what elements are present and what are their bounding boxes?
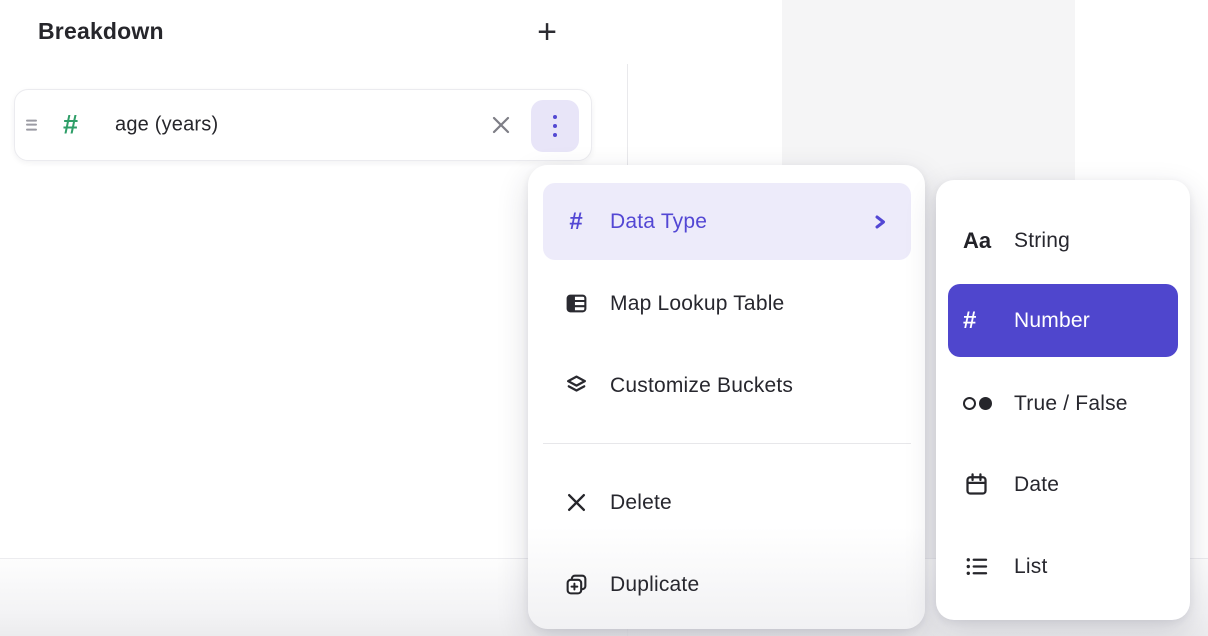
field-options-button[interactable] bbox=[531, 100, 579, 152]
submenu-item-label: Number bbox=[1014, 309, 1090, 333]
data-type-submenu: Aa String # Number True / False Date bbox=[936, 180, 1190, 620]
number-type-field-icon: # bbox=[63, 110, 78, 141]
breakdown-field-card[interactable]: # age (years) bbox=[14, 89, 592, 161]
table-icon bbox=[563, 291, 589, 316]
menu-divider bbox=[543, 443, 911, 444]
menu-item-label: Map Lookup Table bbox=[610, 292, 784, 316]
breakdown-panel-header: Breakdown + bbox=[0, 0, 628, 64]
layers-icon bbox=[563, 373, 589, 398]
panel-title: Breakdown bbox=[38, 18, 164, 45]
submenu-item-string[interactable]: Aa String bbox=[948, 204, 1178, 277]
duplicate-icon bbox=[563, 572, 589, 597]
add-breakdown-button[interactable]: + bbox=[525, 10, 569, 54]
submenu-item-label: List bbox=[1014, 555, 1047, 579]
menu-item-label: Customize Buckets bbox=[610, 374, 793, 398]
submenu-item-label: String bbox=[1014, 229, 1070, 253]
submenu-item-date[interactable]: Date bbox=[948, 448, 1178, 521]
submenu-item-label: Date bbox=[1014, 473, 1059, 497]
delete-x-icon bbox=[563, 491, 589, 514]
boolean-type-icon bbox=[963, 397, 997, 410]
number-type-icon: # bbox=[963, 307, 997, 335]
string-type-icon: Aa bbox=[963, 228, 997, 254]
close-icon bbox=[490, 114, 512, 136]
hash-icon: # bbox=[563, 208, 589, 236]
menu-item-label: Data Type bbox=[610, 210, 707, 234]
submenu-item-number[interactable]: # Number bbox=[948, 284, 1178, 357]
menu-item-customize-buckets[interactable]: Customize Buckets bbox=[543, 347, 911, 424]
app-canvas: Breakdown + # age (years) # Data Type bbox=[0, 0, 1208, 636]
menu-item-label: Delete bbox=[610, 491, 672, 515]
submenu-item-true-false[interactable]: True / False bbox=[948, 367, 1178, 440]
kebab-icon bbox=[553, 115, 558, 138]
submenu-item-list[interactable]: List bbox=[948, 530, 1178, 603]
field-label: age (years) bbox=[115, 114, 218, 137]
plus-icon: + bbox=[537, 13, 557, 51]
remove-field-button[interactable] bbox=[485, 109, 517, 141]
list-icon bbox=[963, 553, 997, 580]
drag-handle-icon[interactable] bbox=[24, 116, 39, 135]
field-options-menu: # Data Type Map Lookup Table bbox=[528, 165, 925, 629]
menu-item-data-type[interactable]: # Data Type bbox=[543, 183, 911, 260]
chevron-right-icon bbox=[873, 214, 887, 230]
menu-item-map-lookup-table[interactable]: Map Lookup Table bbox=[543, 265, 911, 342]
calendar-icon bbox=[963, 471, 997, 498]
menu-item-delete[interactable]: Delete bbox=[543, 464, 911, 541]
menu-item-duplicate[interactable]: Duplicate bbox=[543, 546, 911, 623]
menu-item-label: Duplicate bbox=[610, 573, 699, 597]
submenu-item-label: True / False bbox=[1014, 392, 1128, 416]
